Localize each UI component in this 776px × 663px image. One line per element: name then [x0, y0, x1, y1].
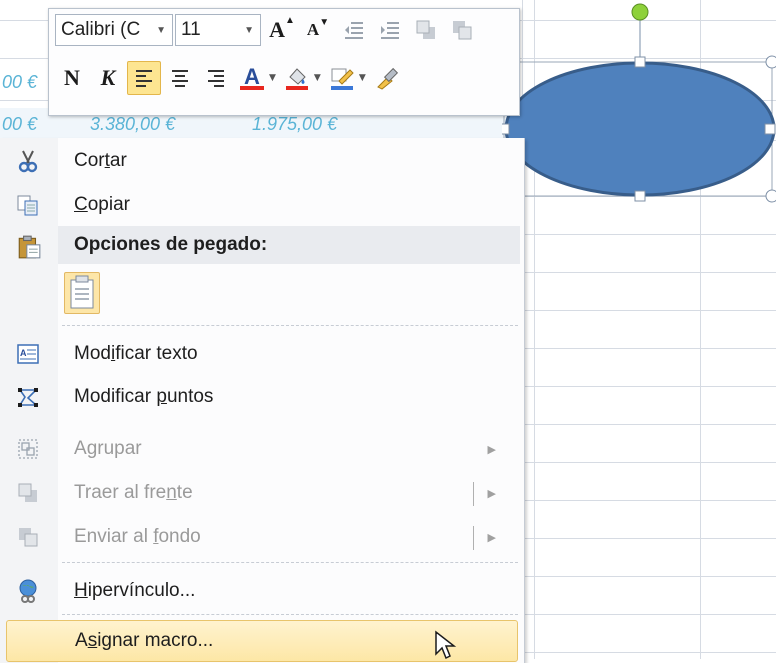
increase-indent-button[interactable] [373, 13, 407, 47]
align-center-icon [172, 70, 188, 87]
decrease-indent-icon [345, 22, 363, 39]
menu-item-hyperlink[interactable]: Hipervínculo... [0, 570, 522, 612]
italic-button[interactable]: K [91, 61, 125, 95]
ellipse-fill [504, 61, 776, 197]
font-color-icon: A [244, 64, 260, 89]
bring-front-icon [416, 20, 435, 39]
menu-item-send-back[interactable]: Enviar al fondo ▶ [0, 516, 522, 558]
chevron-down-icon[interactable]: ▼ [269, 73, 276, 83]
menu-item-label: Hipervínculo... [74, 580, 196, 601]
menu-item-label: Cortar [74, 150, 127, 171]
cell-value[interactable]: 1.975,00 € [252, 114, 337, 135]
menu-item-edit-text[interactable]: A Modificar texto [0, 333, 522, 375]
font-size-value: 11 [181, 19, 201, 40]
resize-handle [498, 123, 510, 135]
menu-item-label: Modificar texto [74, 343, 198, 364]
font-color-button[interactable]: A [235, 61, 269, 95]
bold-button[interactable]: N [55, 61, 89, 95]
submenu-arrow-icon[interactable]: ▶ [488, 487, 496, 500]
svg-text:A: A [20, 348, 27, 358]
menu-item-label: Asignar macro... [75, 630, 214, 651]
mini-toolbar: Calibri (C ▼ 11 ▼ A ▲ A ▼ N K A ▼ ▼ ▼ [48, 8, 520, 116]
menu-item-label: Traer al frente [74, 482, 193, 503]
cell-value[interactable]: 3.380,00 € [90, 114, 175, 135]
edit-text-icon: A [17, 344, 39, 364]
menu-item-copy[interactable]: Copiar [0, 184, 522, 226]
ellipse-shape[interactable] [498, 0, 776, 210]
send-back-icon [19, 528, 38, 547]
resize-handle [764, 123, 776, 135]
bring-forward-button[interactable] [409, 13, 443, 47]
increase-indent-icon [381, 22, 399, 39]
rotation-handle [631, 3, 649, 21]
align-right-button[interactable] [199, 61, 233, 95]
menu-separator [62, 562, 518, 563]
toolbar-row-top: Calibri (C ▼ 11 ▼ A ▲ A ▼ [55, 9, 481, 51]
copy-icon [17, 195, 38, 216]
format-painter-icon [376, 67, 398, 90]
clipboard-icon [70, 275, 94, 309]
paste-icon [18, 235, 41, 259]
split-divider [473, 482, 474, 506]
paste-keep-source-button[interactable] [64, 272, 100, 314]
resize-handle [634, 56, 646, 68]
bold-icon: N [64, 65, 80, 90]
resize-handle [634, 190, 646, 202]
align-center-button[interactable] [163, 61, 197, 95]
chevron-down-icon: ▼ [244, 24, 254, 36]
bring-front-icon [18, 483, 37, 502]
align-left-icon [136, 70, 152, 87]
menu-item-label: Agrupar [74, 438, 142, 459]
fill-color-button[interactable] [280, 61, 314, 95]
menu-item-label: Copiar [74, 194, 130, 215]
menu-separator [62, 325, 518, 326]
line-color-button[interactable] [325, 61, 359, 95]
format-painter-button[interactable] [370, 61, 404, 95]
chevron-down-icon: ▼ [156, 24, 166, 36]
menu-item-edit-points[interactable]: Modificar puntos [0, 376, 522, 418]
resize-handle [765, 189, 776, 203]
context-menu: Cortar Copiar Opciones de pegado: A Modi… [0, 138, 525, 663]
font-name-select[interactable]: Calibri (C ▼ [55, 14, 173, 46]
paste-options-label: Opciones de pegado: [74, 234, 268, 255]
decrease-indent-button[interactable] [337, 13, 371, 47]
group-icon [18, 439, 38, 459]
fill-bucket-icon [285, 68, 308, 90]
menu-item-cut[interactable]: Cortar [0, 140, 522, 182]
italic-icon: K [100, 65, 116, 90]
menu-item-bring-front[interactable]: Traer al frente ▶ [0, 472, 522, 514]
menu-separator [62, 614, 518, 615]
send-backward-button[interactable] [445, 13, 479, 47]
grow-font-button[interactable]: A ▲ [265, 13, 299, 47]
menu-item-label: Enviar al fondo [74, 526, 201, 547]
menu-item-label: Modificar puntos [74, 386, 214, 407]
chevron-down-icon[interactable]: ▼ [359, 73, 366, 83]
shrink-font-icon: A [306, 20, 320, 39]
submenu-arrow-icon: ▶ [487, 442, 496, 456]
align-right-icon [208, 70, 224, 87]
scissors-icon [18, 150, 38, 173]
toolbar-row-bottom: N K A ▼ ▼ ▼ [55, 57, 406, 99]
hyperlink-icon [19, 579, 37, 603]
edit-points-icon [18, 388, 39, 407]
grow-font-icon: A [269, 17, 285, 42]
menu-item-group[interactable]: Agrupar ▶ [0, 428, 522, 470]
resize-handle [765, 55, 776, 69]
pen-line-icon [330, 68, 354, 90]
chevron-down-icon[interactable]: ▼ [314, 73, 321, 83]
send-back-icon [453, 21, 472, 40]
cell-value[interactable]: 00 € [2, 114, 37, 135]
font-name-value: Calibri (C [61, 19, 141, 40]
split-divider [473, 526, 474, 550]
submenu-arrow-icon[interactable]: ▶ [488, 531, 496, 544]
font-size-select[interactable]: 11 ▼ [175, 14, 261, 46]
cell-value[interactable]: 00 € [2, 72, 37, 93]
align-left-button[interactable] [127, 61, 161, 95]
paste-options-header: Opciones de pegado: [58, 226, 520, 264]
shrink-font-button[interactable]: A ▼ [301, 13, 335, 47]
mouse-pointer-icon [435, 630, 457, 660]
